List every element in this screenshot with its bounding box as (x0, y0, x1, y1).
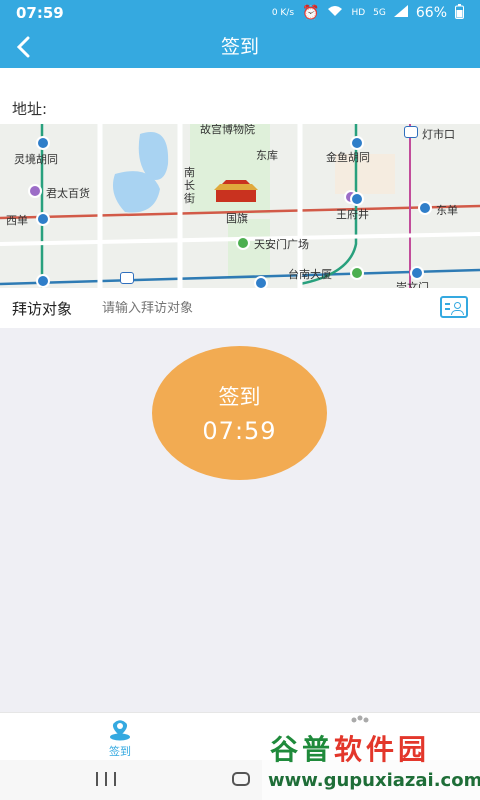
metro-station-icon (36, 136, 50, 150)
net-speed: 0 K/s (271, 8, 295, 18)
building-icon (350, 266, 364, 280)
map-place: 灵境胡同 (14, 153, 58, 166)
map-place: 国旗 (226, 212, 248, 225)
map-place: 天安门广场 (254, 238, 309, 251)
visitor-row: 拜访对象 (0, 288, 480, 328)
status-icons: 0 K/s ⏰ HD 5G 66% (271, 3, 464, 23)
wifi-icon (327, 5, 343, 21)
map-place: 东单 (436, 204, 458, 217)
metro-station-icon (350, 136, 364, 150)
tiananmen-icon (214, 180, 258, 202)
map-place: 台南大厦 (288, 268, 332, 281)
metro-station-icon (350, 192, 364, 206)
map-place: 故宫博物院 (200, 124, 255, 136)
map-base (0, 124, 480, 288)
map-place: 西单 (6, 214, 28, 227)
map-place: 金鱼胡同 (326, 151, 370, 164)
checkin-label: 签到 (218, 385, 261, 409)
status-time: 07:59 (16, 4, 64, 22)
nav-bar: 签到 (0, 26, 480, 68)
tab-checkin[interactable]: 签到 (60, 713, 180, 761)
metro-icon (120, 272, 134, 284)
metro-icon (404, 126, 418, 138)
map-place: 王府井 (336, 208, 369, 221)
signal-icon (393, 5, 408, 21)
landmark-icon (236, 236, 250, 250)
watermark-brand: 谷普软件园 (270, 733, 431, 766)
tab-checkin-label: 签到 (109, 745, 131, 758)
shopping-icon (28, 184, 42, 198)
metro-station-icon (418, 201, 432, 215)
location-map[interactable]: 故宫博物院 灯市口 灵境胡同 东库 金鱼胡同 南长街 君太百货 王府井 东单 西… (0, 124, 480, 288)
footprint-icon (351, 715, 369, 723)
map-place: 君太百货 (46, 187, 90, 200)
battery-icon (455, 3, 464, 23)
checkin-button[interactable]: 签到 07:59 (152, 346, 327, 480)
watermark-url: www.gupuxiazai.com (268, 770, 480, 791)
metro-station-icon (410, 266, 424, 280)
map-place: 南长街 (184, 166, 195, 205)
page-title: 签到 (220, 36, 259, 58)
map-place: 崇文门 (396, 281, 429, 288)
status-bar: 07:59 0 K/s ⏰ HD 5G 66% (0, 0, 480, 26)
checkin-time: 07:59 (202, 417, 277, 445)
network-type: 5G (373, 8, 386, 18)
battery-percent: 66% (415, 5, 447, 21)
visitor-input[interactable] (102, 300, 422, 316)
alarm-icon: ⏰ (302, 5, 320, 21)
hd-badge: HD (351, 8, 366, 18)
watermark: 谷普软件园 www.gupuxiazai.com (262, 726, 480, 800)
home-button[interactable] (232, 772, 250, 786)
map-place: 灯市口 (422, 128, 455, 141)
metro-station-icon (36, 212, 50, 226)
recent-apps-button[interactable] (96, 772, 116, 788)
id-card-icon[interactable] (440, 296, 468, 318)
metro-station-icon (36, 274, 50, 288)
visitor-label: 拜访对象 (12, 299, 73, 318)
address-label: 地址: (12, 100, 48, 118)
map-place: 东库 (256, 149, 278, 162)
location-pin-icon (110, 720, 130, 741)
address-row: 地址: (0, 68, 480, 124)
metro-station-icon (254, 276, 268, 288)
